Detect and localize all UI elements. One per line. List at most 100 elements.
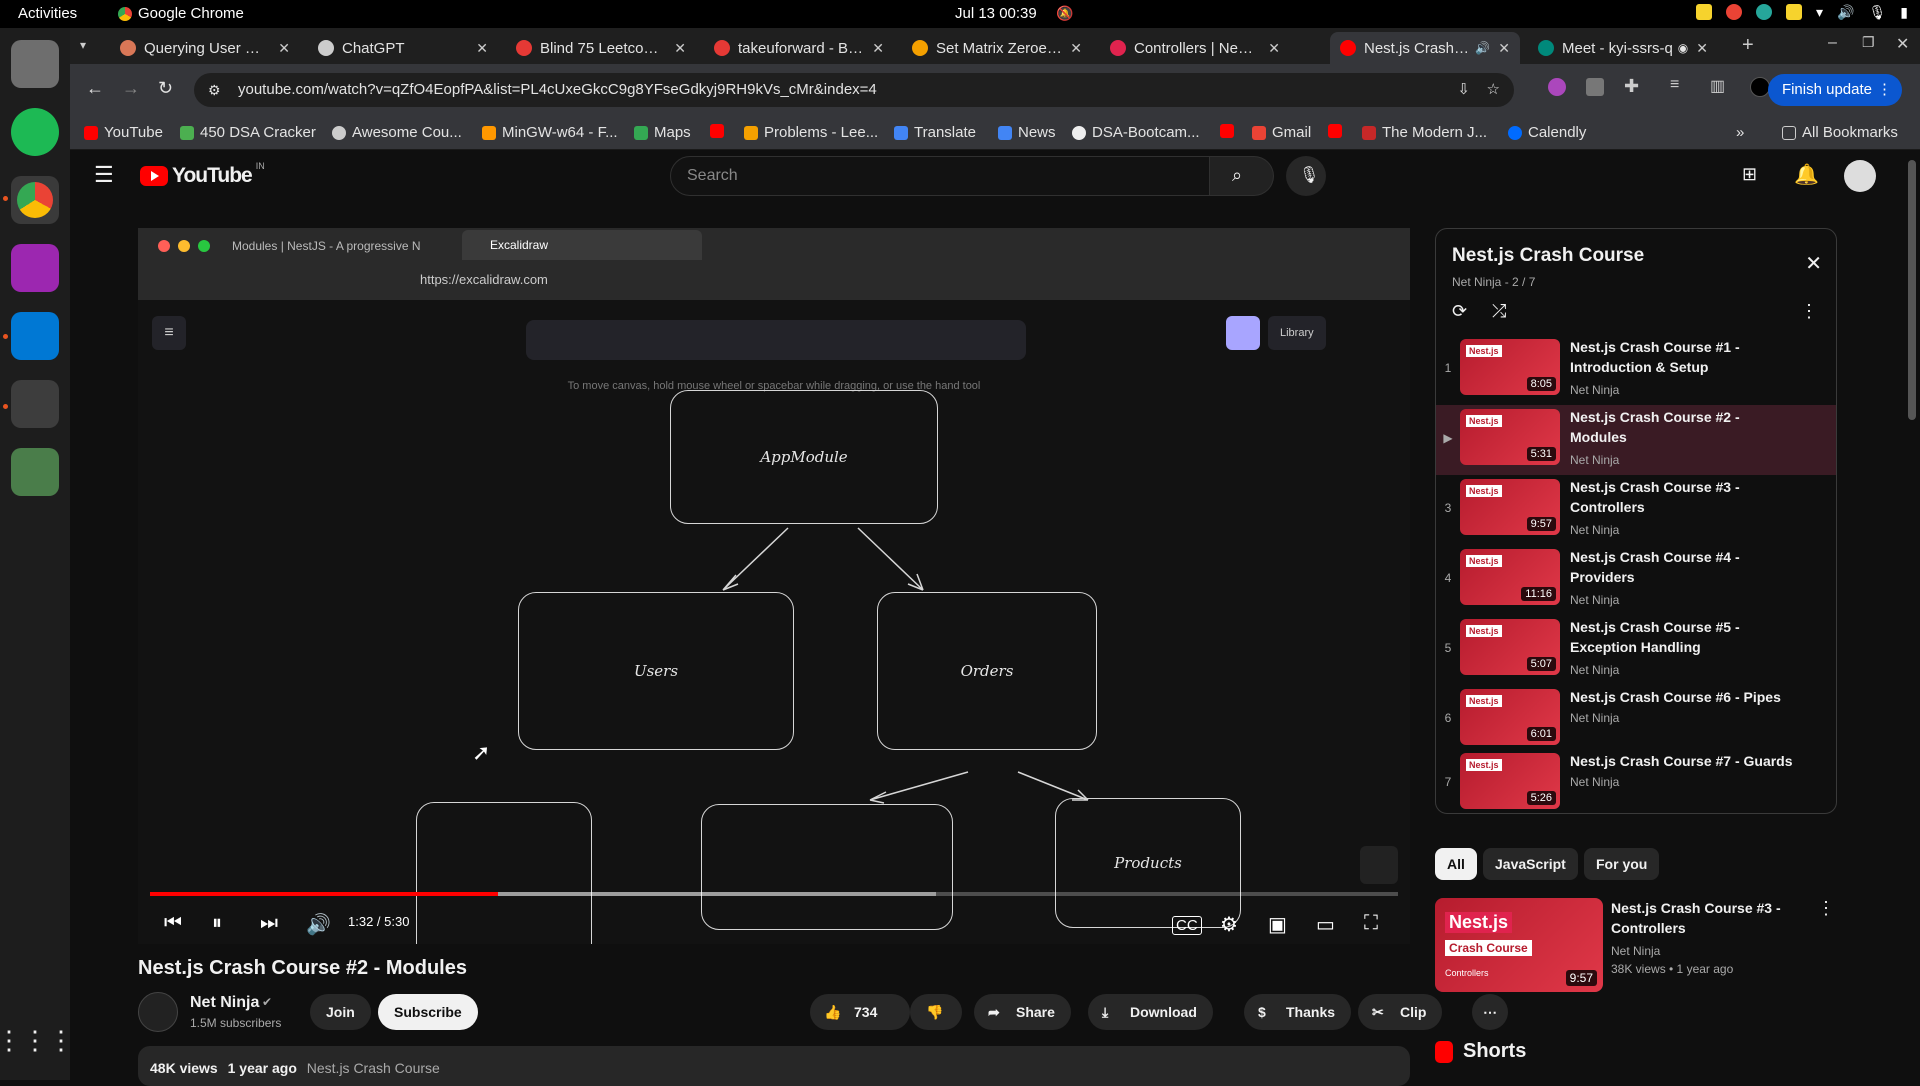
profile-avatar[interactable] [1750,77,1770,97]
more-bookmarks-button[interactable]: » [1736,124,1744,141]
recommended-channel[interactable]: Net Ninja [1611,944,1660,958]
chip-all[interactable]: All [1435,848,1477,880]
menu-icon[interactable]: ☰ [94,162,114,188]
voice-search-button[interactable]: 🎙 [1286,156,1326,196]
bookmark-awesome-courses[interactable]: Awesome Cou... [332,124,462,141]
bookmark-translate[interactable]: Translate [894,124,976,141]
playlist-item[interactable]: 7 Nest.js 5:26 Nest.js Crash Course #7 - … [1436,749,1836,813]
playlist-link[interactable]: Nest.js Crash Course [307,1060,440,1076]
close-icon[interactable]: ✕ [1498,40,1510,57]
playlist-item-active[interactable]: ▶ Nest.js 5:31 Nest.js Crash Course #2 - … [1436,405,1836,475]
bookmark-youtube-3[interactable] [1220,124,1234,138]
notifications-bell-icon[interactable]: 🔔 [1794,162,1819,187]
page-scrollbar[interactable] [1908,160,1916,420]
theater-mode-button[interactable]: ▭ [1316,912,1335,937]
audio-playing-icon[interactable]: 🔊 [1475,41,1490,55]
search-input[interactable]: Search [670,156,1210,196]
chrome-dock-icon[interactable] [11,176,59,224]
extension-icon[interactable] [1586,78,1604,96]
clock[interactable]: Jul 13 00:39 [955,5,1037,22]
terminal-icon[interactable] [11,380,59,428]
loop-icon[interactable]: ⟳ [1452,301,1467,322]
side-panel-icon[interactable]: ▥ [1710,76,1725,96]
tab-google-meet[interactable]: Meet - kyi-ssrs-q ◉ ✕ [1528,32,1718,64]
playlist-item[interactable]: 4 Nest.js 11:16 Nest.js Crash Course #4 -… [1436,545,1836,615]
tab-takeuforward[interactable]: takeuforward - Best ✕ [704,32,894,64]
maximize-button[interactable]: ❐ [1862,34,1875,51]
puzzle-icon[interactable]: ✚ [1624,76,1639,97]
shuffle-icon[interactable]: ⤮ [1492,301,1506,322]
app-menu[interactable]: Google Chrome [118,5,244,22]
reload-button[interactable]: ↻ [158,78,173,99]
volume-button[interactable]: 🔊 [306,912,331,937]
bookmark-gmail[interactable]: Gmail [1252,124,1311,141]
close-icon[interactable]: ✕ [872,40,884,57]
activities-button[interactable]: Activities [18,5,77,22]
all-bookmarks-folder[interactable]: All Bookmarks [1782,124,1898,141]
new-tab-button[interactable]: + [1742,34,1754,57]
chip-for-you[interactable]: For you [1584,848,1660,880]
trash-icon[interactable] [11,448,59,496]
share-button[interactable]: ➦ Share [974,994,1071,1030]
close-icon[interactable]: ✕ [1696,40,1708,57]
account-avatar[interactable] [1844,160,1876,192]
channel-avatar[interactable] [138,992,178,1032]
playlist-item[interactable]: 6 Nest.js 6:01 Nest.js Crash Course #6 - … [1436,685,1836,755]
tab-chatgpt[interactable]: ChatGPT ✕ [308,32,498,64]
files-icon[interactable] [11,40,59,88]
show-apps-icon[interactable]: ⋮⋮⋮ [0,1016,74,1064]
playlist-item[interactable]: 5 Nest.js 5:07 Nest.js Crash Course #5 - … [1436,615,1836,685]
more-options-icon[interactable]: ⋮ [1817,898,1835,919]
bookmark-maps[interactable]: Maps [634,124,691,141]
settings-gear-icon[interactable]: ⚙ [1220,912,1238,937]
dislike-button[interactable]: 👎 [910,994,962,1030]
youtube-logo[interactable]: YouTube IN [140,161,265,188]
tab-set-matrix-zeroes[interactable]: Set Matrix Zeroes - ✕ [902,32,1092,64]
system-tray[interactable]: ▾ 🔊 🎙 ▮ [1696,4,1908,21]
pause-button[interactable]: ⏸ [212,912,222,935]
close-icon[interactable]: ✕ [1268,40,1280,57]
miniplayer-button[interactable]: ▣ [1268,912,1287,937]
bookmark-dsa-bootcamp[interactable]: DSA-Bootcam... [1072,124,1200,141]
subtitles-button[interactable]: CC [1172,916,1202,935]
progress-bar[interactable] [150,892,1398,896]
spotify-icon[interactable] [11,108,59,156]
close-icon[interactable]: ✕ [278,40,290,57]
bookmark-youtube-4[interactable] [1328,124,1342,138]
playlist-title[interactable]: Nest.js Crash Course [1452,245,1644,267]
tab-querying-user-data[interactable]: Querying User Data ✕ [110,32,300,64]
bookmark-youtube[interactable]: YouTube [84,124,163,141]
thanks-button[interactable]: $ Thanks [1244,994,1352,1030]
video-player[interactable]: Modules | NestJS - A progressive N Excal… [138,228,1410,944]
close-icon[interactable]: ✕ [1070,40,1082,57]
extension-icon[interactable] [1548,78,1566,96]
bookmark-problems-leetcode[interactable]: Problems - Lee... [744,124,878,141]
chip-javascript[interactable]: JavaScript [1483,848,1578,880]
bookmark-news[interactable]: News [998,124,1056,141]
next-button[interactable]: ⏭ [260,912,278,935]
tab-controllers-nestjs[interactable]: Controllers | NestJS ✕ [1100,32,1290,64]
search-button[interactable]: ⌕ [1210,156,1274,196]
site-info-icon[interactable]: ⚙ [208,73,221,107]
finish-update-button[interactable]: Finish update ⋮ [1767,74,1902,106]
fullscreen-button[interactable]: ⛶ [1364,912,1378,935]
close-icon[interactable]: ✕ [674,40,686,57]
tab-search-icon[interactable]: ▾ [80,38,86,52]
join-button[interactable]: Join [310,994,371,1030]
bookmark-mingw[interactable]: MinGW-w64 - F... [482,124,618,141]
recommended-video[interactable]: Nest.js Crash Course Controllers 9:57 Ne… [1435,898,1837,992]
minimize-button[interactable]: – [1828,34,1837,52]
bookmark-calendly[interactable]: Calendly [1508,124,1586,141]
description-box[interactable]: 48K views 1 year ago Nest.js Crash Cours… [138,1046,1410,1086]
previous-button[interactable]: ⏮ [164,912,182,935]
create-icon[interactable]: ⊞ [1742,164,1757,185]
address-bar[interactable]: ⚙ youtube.com/watch?v=qZfO4EopfPA&list=P… [194,73,1514,107]
bookmark-youtube-2[interactable] [710,124,724,138]
bookmark-modern-js[interactable]: The Modern J... [1362,124,1487,141]
bookmark-star-icon[interactable]: ☆ [1487,73,1500,107]
like-button[interactable]: 👍 734 [810,994,910,1030]
back-button[interactable]: ← [86,78,104,99]
media-control-icon[interactable]: ≡ [1670,76,1679,94]
download-button[interactable]: ⤓ Download [1088,994,1213,1030]
bookmark-450-dsa[interactable]: 450 DSA Cracker [180,124,316,141]
